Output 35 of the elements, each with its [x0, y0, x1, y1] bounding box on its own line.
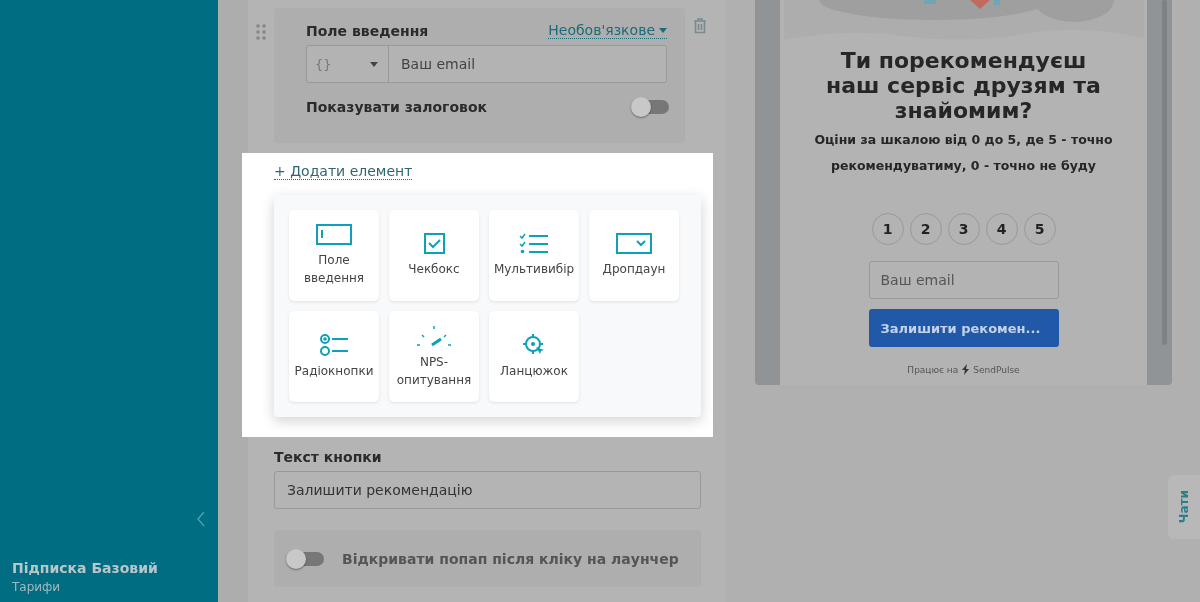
email-field[interactable]: Ваш email: [868, 261, 1059, 299]
element-option[interactable]: Поле введення: [289, 210, 379, 301]
collapse-chevron-icon[interactable]: [196, 511, 206, 527]
powered-by-text: Працює на: [907, 364, 959, 375]
dropdown-icon: [616, 233, 652, 254]
brand-name: SendPulse: [973, 364, 1020, 375]
caret-icon: [370, 61, 378, 67]
element-option[interactable]: Дропдаун: [589, 210, 679, 301]
element-option[interactable]: Чекбокс: [389, 210, 479, 301]
element-option[interactable]: Радіокнопки: [289, 311, 379, 402]
element-option[interactable]: NPS-опитування: [389, 311, 479, 402]
show-title-toggle[interactable]: [633, 100, 669, 114]
plan-title: Підписка Базовий: [12, 560, 159, 576]
show-title-label: Показувати залоговок: [306, 99, 487, 115]
radio-list-icon: [319, 333, 349, 356]
target-cursor-icon: [523, 333, 545, 356]
text-field-icon: [316, 224, 352, 245]
open-popup-label: Відкривати попап після кліку на лаунчер: [342, 550, 679, 567]
submit-button[interactable]: Залишити рекомен...: [868, 309, 1059, 347]
checkbox-icon: [423, 233, 445, 254]
add-element-link[interactable]: + Додати елемент: [274, 163, 413, 180]
element-option[interactable]: Ланцюжок: [489, 311, 579, 402]
drag-handle-icon[interactable]: [256, 24, 266, 40]
checklist-icon: [519, 233, 549, 254]
gauge-icon: [416, 324, 452, 347]
caret-icon: [659, 27, 667, 33]
trash-icon[interactable]: [693, 18, 707, 34]
field-title: Поле введення: [306, 22, 429, 39]
popup-subtitle: Оціни за шкалою від 0 до 5, де 5 - точно рекомендуватиму, 0 - точно не буду: [813, 131, 1114, 175]
lightning-icon: [961, 364, 971, 375]
element-option[interactable]: Мультивибір: [489, 210, 579, 301]
popup-title: Ти порекомендуєш наш сервіс друзям та знайомим?: [825, 48, 1102, 123]
button-text-label: Текст кнопки: [274, 449, 383, 465]
button-text-field[interactable]: Залишити рекомендацію: [274, 471, 701, 509]
open-popup-toggle[interactable]: [288, 551, 324, 566]
